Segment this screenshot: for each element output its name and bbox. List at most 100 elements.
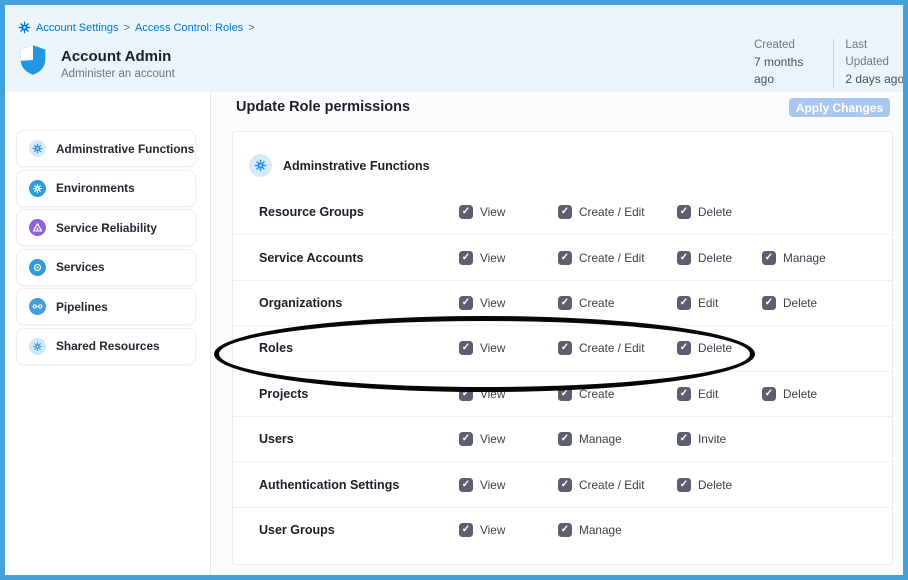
permission-toggle-view[interactable]: ✓ View <box>459 523 505 537</box>
permission-toggle-view[interactable]: ✓View <box>459 251 505 265</box>
permission-label: View <box>480 523 505 537</box>
checked-checkbox-icon[interactable]: ✓ <box>677 478 691 492</box>
sidebar-item-label: Service Reliability <box>56 221 157 235</box>
permission-toggle-delete[interactable]: ✓Delete <box>677 251 732 265</box>
breadcrumb-link-account-settings[interactable]: Account Settings <box>36 22 119 34</box>
gear-icon <box>249 154 272 177</box>
permission-toggle-invite[interactable]: ✓ Invite <box>677 432 726 446</box>
service-reliability-icon <box>29 219 46 236</box>
permission-toggle-create-edit[interactable]: ✓ Create / Edit <box>558 205 645 219</box>
permission-toggle-create[interactable]: ✓ Create <box>558 387 614 401</box>
checked-checkbox-icon[interactable]: ✓ <box>459 205 473 219</box>
permission-toggle-view[interactable]: ✓View <box>459 296 505 310</box>
permission-toggle-view[interactable]: ✓View <box>459 387 505 401</box>
permission-toggle-create[interactable]: ✓Create <box>558 296 614 310</box>
environments-icon <box>29 180 46 197</box>
permissions-panel: Adminstrative Functions Resource Groups✓… <box>232 131 893 565</box>
app-window: Account Settings > Access Control: Roles… <box>0 0 908 580</box>
checked-checkbox-icon[interactable]: ✓ <box>558 432 572 446</box>
resource-type-label: Roles <box>259 341 293 355</box>
permission-toggle-manage[interactable]: ✓Manage <box>558 523 622 537</box>
sidebar-item-services[interactable]: Services <box>16 249 196 286</box>
checked-checkbox-icon[interactable]: ✓ <box>459 341 473 355</box>
sidebar-divider <box>210 92 211 580</box>
permission-label: View <box>480 341 505 355</box>
checked-checkbox-icon[interactable]: ✓ <box>558 205 572 219</box>
permission-label: Create / Edit <box>579 341 645 355</box>
sidebar-item-pipelines[interactable]: Pipelines <box>16 288 196 325</box>
permission-toggle-delete[interactable]: ✓Delete <box>677 205 732 219</box>
checked-checkbox-icon[interactable]: ✓ <box>459 478 473 492</box>
checked-checkbox-icon[interactable]: ✓ <box>677 205 691 219</box>
checked-checkbox-icon[interactable]: ✓ <box>762 387 776 401</box>
permission-label: Create / Edit <box>579 251 645 265</box>
meta-divider <box>833 39 834 88</box>
permission-toggle-view[interactable]: ✓ View <box>459 205 505 219</box>
sidebar-item-shared-resources[interactable]: Shared Resources <box>16 328 196 365</box>
checked-checkbox-icon[interactable]: ✓ <box>459 432 473 446</box>
checked-checkbox-icon[interactable]: ✓ <box>558 387 572 401</box>
checked-checkbox-icon[interactable]: ✓ <box>558 341 572 355</box>
sidebar-item-service-reliability[interactable]: Service Reliability <box>16 209 196 246</box>
sidebar-item-label: Environments <box>56 181 135 195</box>
permission-toggle-delete[interactable]: ✓Delete <box>677 341 732 355</box>
checked-checkbox-icon[interactable]: ✓ <box>677 387 691 401</box>
permission-toggle-view[interactable]: ✓ View <box>459 341 505 355</box>
checked-checkbox-icon[interactable]: ✓ <box>762 251 776 265</box>
checked-checkbox-icon[interactable]: ✓ <box>459 296 473 310</box>
permission-toggle-create-edit[interactable]: ✓Create / Edit <box>558 478 645 492</box>
permission-toggle-edit[interactable]: ✓ Edit <box>677 296 718 310</box>
checked-checkbox-icon[interactable]: ✓ <box>677 432 691 446</box>
checked-checkbox-icon[interactable]: ✓ <box>459 523 473 537</box>
checked-checkbox-icon[interactable]: ✓ <box>677 296 691 310</box>
permission-label: Create <box>579 387 614 401</box>
breadcrumb-link-access-control-roles[interactable]: Access Control: Roles <box>135 22 243 34</box>
permission-label: Invite <box>698 432 726 446</box>
checked-checkbox-icon[interactable]: ✓ <box>762 296 776 310</box>
sidebar-item-environments[interactable]: Environments <box>16 170 196 207</box>
permission-toggle-create-edit[interactable]: ✓ Create / Edit <box>558 341 645 355</box>
permission-label: View <box>480 205 505 219</box>
checked-checkbox-icon[interactable]: ✓ <box>459 251 473 265</box>
breadcrumb: Account Settings > Access Control: Roles… <box>18 21 255 34</box>
resource-type-label: Users <box>259 432 294 446</box>
permission-toggle-view[interactable]: ✓ View <box>459 478 505 492</box>
permission-toggle-delete[interactable]: ✓Delete <box>762 296 817 310</box>
permission-toggle-edit[interactable]: ✓Edit <box>677 387 718 401</box>
checked-checkbox-icon[interactable]: ✓ <box>558 523 572 537</box>
resource-type-label: User Groups <box>259 523 335 537</box>
permission-toggle-manage[interactable]: ✓Manage <box>762 251 826 265</box>
permission-label: Edit <box>698 296 718 310</box>
checked-checkbox-icon[interactable]: ✓ <box>459 387 473 401</box>
sidebar-item-label: Adminstrative Functions <box>56 142 194 156</box>
checked-checkbox-icon[interactable]: ✓ <box>558 296 572 310</box>
created-block: Created 7 months ago <box>754 37 821 88</box>
role-shield-icon <box>18 44 48 76</box>
permission-label: Delete <box>698 478 732 492</box>
apply-changes-button[interactable]: Apply Changes <box>789 98 890 117</box>
resource-type-label: Organizations <box>259 296 342 310</box>
permission-toggle-delete[interactable]: ✓ Delete <box>677 478 732 492</box>
sidebar-item-label: Pipelines <box>56 300 108 314</box>
permission-label: Create / Edit <box>579 205 645 219</box>
breadcrumb-separator: > <box>248 22 254 34</box>
resource-type-label: Authentication Settings <box>259 478 399 492</box>
permission-toggle-create-edit[interactable]: ✓ Create / Edit <box>558 251 645 265</box>
checked-checkbox-icon[interactable]: ✓ <box>558 478 572 492</box>
pipelines-icon <box>29 298 46 315</box>
checked-checkbox-icon[interactable]: ✓ <box>558 251 572 265</box>
permission-label: View <box>480 478 505 492</box>
permission-label: Delete <box>783 387 817 401</box>
created-value: 7 months ago <box>754 54 821 88</box>
section-title: Adminstrative Functions <box>283 159 430 173</box>
permissions-table: Resource Groups✓View✓Create / Edit✓Delet… <box>233 190 892 553</box>
permission-toggle-delete[interactable]: ✓ Delete <box>762 387 817 401</box>
permission-label: Manage <box>579 432 622 446</box>
permission-toggle-manage[interactable]: ✓ Manage <box>558 432 622 446</box>
page-subtitle: Administer an account <box>61 68 175 80</box>
sidebar-item-adminstrative-functions[interactable]: Adminstrative Functions <box>16 130 196 167</box>
checked-checkbox-icon[interactable]: ✓ <box>677 341 691 355</box>
checked-checkbox-icon[interactable]: ✓ <box>677 251 691 265</box>
last-updated-block: Last Updated 2 days ago <box>845 37 908 88</box>
permission-toggle-view[interactable]: ✓View <box>459 432 505 446</box>
